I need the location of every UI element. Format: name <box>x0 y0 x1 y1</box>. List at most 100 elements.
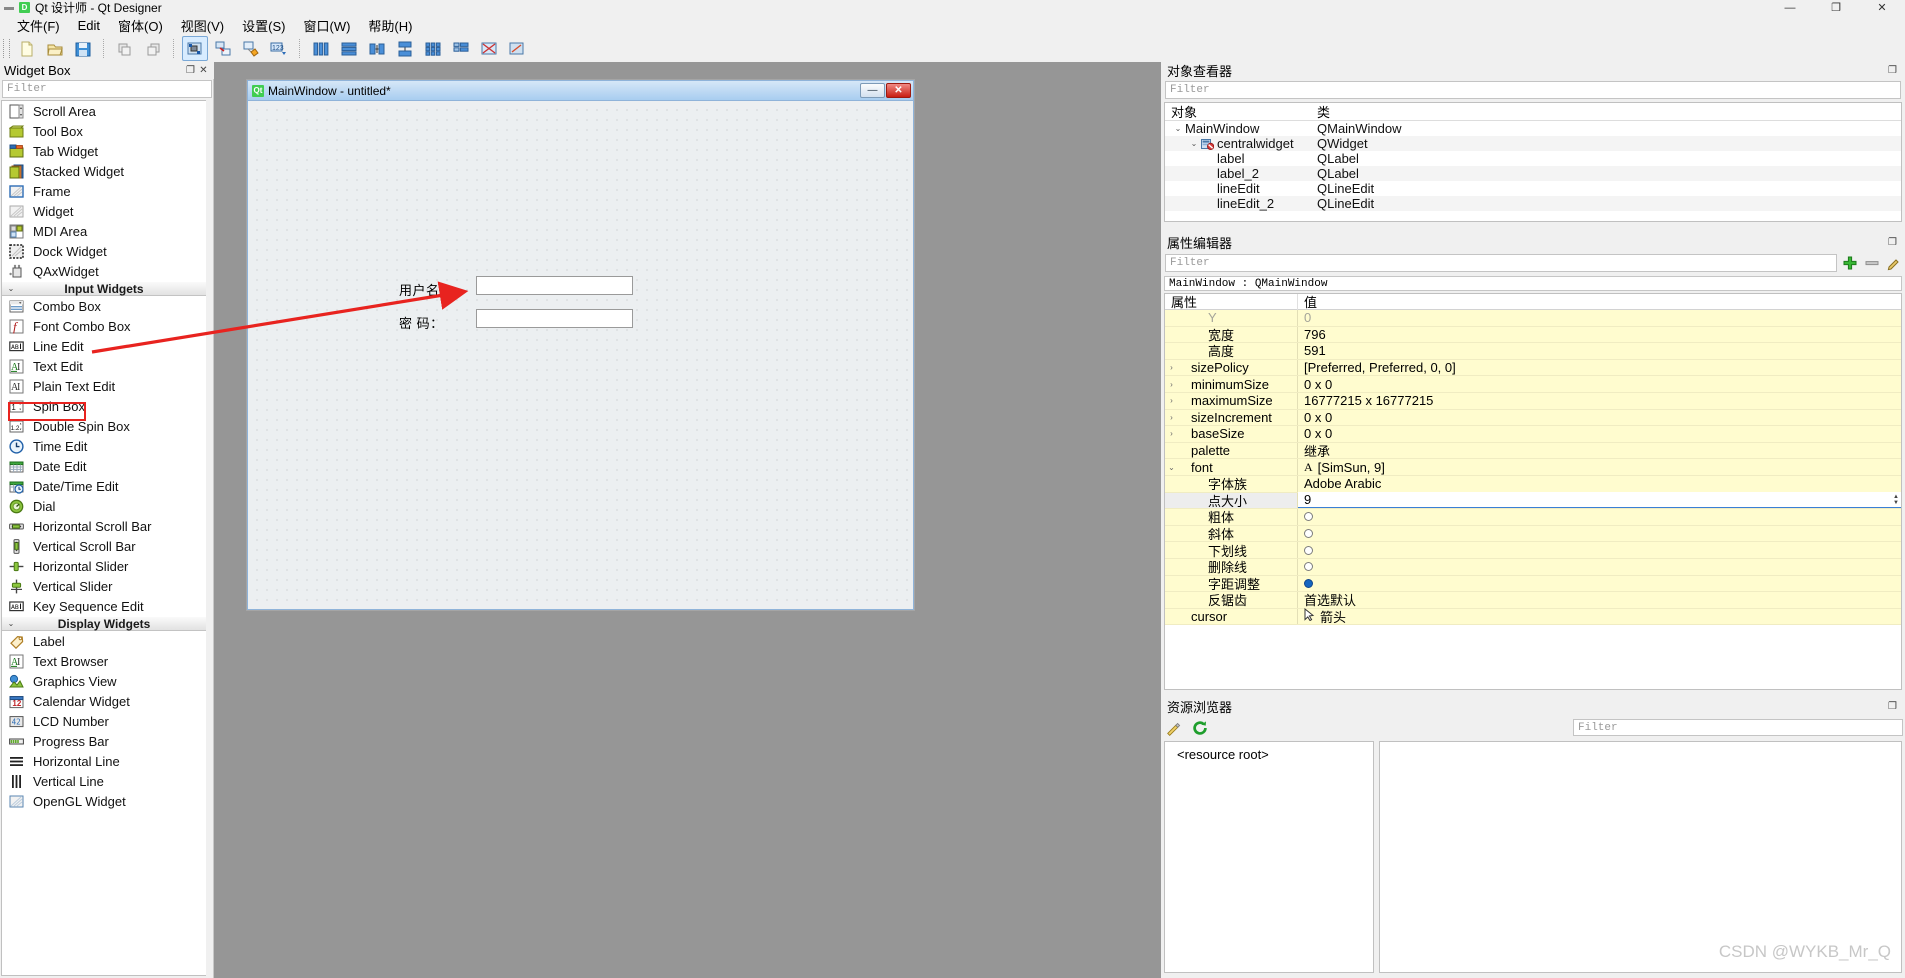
chevron-right-icon[interactable]: › <box>1165 396 1178 405</box>
object-inspector-row[interactable]: label_2QLabel <box>1165 166 1901 181</box>
configure-property-button[interactable] <box>1885 254 1903 272</box>
chevron-right-icon[interactable]: › <box>1165 429 1178 438</box>
widget-box-item-plain-text-edit[interactable]: AIPlain Text Edit <box>2 376 206 396</box>
widget-box-item-dial[interactable]: Dial <box>2 496 206 516</box>
reload-icon[interactable] <box>1191 719 1209 737</box>
widget-box-item-tool-box[interactable]: Tool Box <box>2 121 206 141</box>
object-inspector-filter-input[interactable]: Filter <box>1165 81 1901 99</box>
open-form-icon[interactable] <box>42 36 68 61</box>
widget-box-item-horizontal-scroll-bar[interactable]: Horizontal Scroll Bar <box>2 516 206 536</box>
widget-box-category-input-widgets[interactable]: ⌄Input Widgets <box>2 281 206 296</box>
layout-splitter-h-icon[interactable] <box>364 36 390 61</box>
redo-icon[interactable] <box>140 36 166 61</box>
property-row[interactable]: 字体族Adobe Arabic <box>1165 476 1901 493</box>
property-row[interactable]: ›sizeIncrement0 x 0 <box>1165 410 1901 427</box>
property-checkbox[interactable] <box>1304 562 1313 571</box>
widget-box-item-double-spin-box[interactable]: 1.2Double Spin Box <box>2 416 206 436</box>
chevron-down-icon[interactable]: ⌄ <box>1171 124 1185 133</box>
resource-browser-float-button[interactable]: ❐ <box>1886 700 1899 713</box>
object-inspector-tree[interactable]: 对象类⌄MainWindowQMainWindow⌄centralwidgetQ… <box>1164 102 1902 222</box>
design-canvas[interactable]: Qt MainWindow - untitled* — ✕ 用户名： 密 码： <box>214 62 1161 978</box>
property-row[interactable]: 粗体 <box>1165 509 1901 526</box>
widget-box-item-horizontal-line[interactable]: Horizontal Line <box>2 751 206 771</box>
minimize-button[interactable]: — <box>1767 0 1813 15</box>
widget-box-item-tab-widget[interactable]: Tab Widget <box>2 141 206 161</box>
widget-box-item-time-edit[interactable]: Time Edit <box>2 436 206 456</box>
undo-icon[interactable] <box>112 36 138 61</box>
widget-box-item-font-combo-box[interactable]: fFont Combo Box <box>2 316 206 336</box>
property-row[interactable]: ›minimumSize0 x 0 <box>1165 376 1901 393</box>
widget-box-item-stacked-widget[interactable]: Stacked Widget <box>2 161 206 181</box>
property-checkbox[interactable] <box>1304 546 1313 555</box>
menu-file[interactable]: 文件(F) <box>8 14 69 37</box>
username-line-edit[interactable] <box>476 276 633 295</box>
menu-view[interactable]: 视图(V) <box>172 14 233 37</box>
edit-buddies-icon[interactable] <box>238 36 264 61</box>
property-checkbox[interactable] <box>1304 529 1313 538</box>
spin-stepper[interactable]: ▲▼ <box>1893 494 1899 506</box>
chevron-down-icon[interactable]: ⌄ <box>1165 463 1178 472</box>
widget-box-item-scroll-area[interactable]: Scroll Area <box>2 101 206 121</box>
property-row[interactable]: 斜体 <box>1165 526 1901 543</box>
column-header-value[interactable]: 值 <box>1298 293 1901 311</box>
object-inspector-row[interactable]: ⌄centralwidgetQWidget <box>1165 136 1901 151</box>
widget-box-item-spin-box[interactable]: 1Spin Box <box>2 396 206 416</box>
widget-box-item-combo-box[interactable]: Combo Box <box>2 296 206 316</box>
form-minimize-button[interactable]: — <box>860 83 885 98</box>
maximize-button[interactable]: ❐ <box>1813 0 1859 15</box>
property-value[interactable]: 9 <box>1304 492 1311 507</box>
menu-window[interactable]: 窗口(W) <box>294 14 359 37</box>
object-inspector-row[interactable]: labelQLabel <box>1165 151 1901 166</box>
chevron-down-icon[interactable]: ⌄ <box>1187 139 1201 148</box>
widget-box-item-vertical-scroll-bar[interactable]: Vertical Scroll Bar <box>2 536 206 556</box>
object-inspector-row[interactable]: lineEditQLineEdit <box>1165 181 1901 196</box>
widget-box-float-button[interactable]: ❐ <box>184 64 197 77</box>
property-editor-filter-input[interactable]: Filter <box>1165 254 1837 272</box>
property-row[interactable]: 删除线 <box>1165 559 1901 576</box>
layout-form-icon[interactable] <box>448 36 474 61</box>
username-label[interactable]: 用户名： <box>399 280 453 299</box>
form-titlebar[interactable]: Qt MainWindow - untitled* — ✕ <box>248 81 913 101</box>
edit-widgets-icon[interactable] <box>182 36 208 61</box>
column-header-property[interactable]: 属性 <box>1165 293 1298 311</box>
property-editor-table[interactable]: 属性值Y0宽度796高度591›sizePolicy[Preferred, Pr… <box>1164 293 1902 690</box>
layout-splitter-v-icon[interactable] <box>392 36 418 61</box>
add-property-button[interactable] <box>1841 254 1859 272</box>
widget-box-close-button[interactable]: ✕ <box>197 64 210 77</box>
column-header-object[interactable]: 对象 <box>1165 102 1317 121</box>
widget-box-item-opengl-widget[interactable]: OpenGL Widget <box>2 791 206 811</box>
widget-box-item-text-browser[interactable]: AIText Browser <box>2 651 206 671</box>
property-row[interactable]: palette继承 <box>1165 443 1901 460</box>
adjust-size-icon[interactable] <box>504 36 530 61</box>
widget-box-item-label[interactable]: Label <box>2 631 206 651</box>
property-row[interactable]: ⌄fontA[SimSun, 9] <box>1165 459 1901 476</box>
property-row[interactable]: Y0 <box>1165 310 1901 327</box>
form-window[interactable]: Qt MainWindow - untitled* — ✕ 用户名： 密 码： <box>247 80 914 610</box>
menu-settings[interactable]: 设置(S) <box>233 14 294 37</box>
widget-box-item-frame[interactable]: Frame <box>2 181 206 201</box>
edit-signals-slots-icon[interactable] <box>210 36 236 61</box>
resource-root-label[interactable]: <resource root> <box>1177 747 1269 762</box>
toolbar-grip[interactable] <box>3 39 10 58</box>
widget-box-item-horizontal-slider[interactable]: Horizontal Slider <box>2 556 206 576</box>
widget-box-item-progress-bar[interactable]: Progress Bar <box>2 731 206 751</box>
remove-property-button[interactable] <box>1863 254 1881 272</box>
property-row[interactable]: 点大小9▲▼ <box>1165 493 1901 510</box>
close-button[interactable]: ✕ <box>1859 0 1905 15</box>
property-checkbox[interactable] <box>1304 512 1313 521</box>
new-form-icon[interactable] <box>14 36 40 61</box>
property-row[interactable]: 下划线 <box>1165 542 1901 559</box>
layout-horizontally-icon[interactable] <box>308 36 334 61</box>
property-row[interactable]: 高度591 <box>1165 343 1901 360</box>
layout-grid-icon[interactable] <box>420 36 446 61</box>
pencil-icon[interactable] <box>1165 719 1183 737</box>
password-line-edit[interactable] <box>476 309 633 328</box>
widget-box-item-text-edit[interactable]: AIText Edit <box>2 356 206 376</box>
edit-tab-order-icon[interactable]: 123 <box>266 36 292 61</box>
widget-box-item-line-edit[interactable]: ABLine Edit <box>2 336 206 356</box>
column-header-class[interactable]: 类 <box>1317 102 1901 121</box>
chevron-right-icon[interactable]: › <box>1165 363 1178 372</box>
break-layout-icon[interactable] <box>476 36 502 61</box>
widget-box-item-lcd-number[interactable]: 42LCD Number <box>2 711 206 731</box>
property-row[interactable]: 宽度796 <box>1165 327 1901 344</box>
